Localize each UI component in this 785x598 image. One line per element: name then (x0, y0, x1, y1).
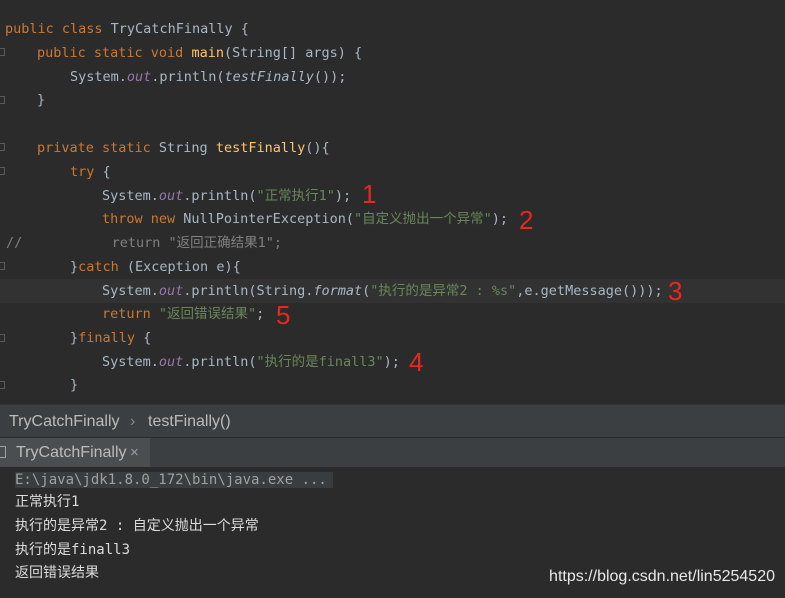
fold-marker-icon[interactable] (0, 262, 5, 270)
annotation-4: 4 (409, 347, 424, 377)
breadcrumb-separator: › (130, 413, 136, 430)
code-line-6[interactable]: private static String testFinally(){ (37, 136, 785, 160)
console-command-line: E:\java\jdk1.8.0_172\bin\java.exe ... (15, 469, 333, 491)
annotation-1: 1 (362, 179, 377, 209)
run-tab-label: TryCatchFinally (16, 444, 127, 461)
fold-gutter (0, 0, 6, 404)
breadcrumb-class[interactable]: TryCatchFinally (9, 405, 120, 438)
run-tab-trycatchfinally[interactable]: TryCatchFinally × (0, 438, 150, 467)
code-line-10-comment[interactable]: // return "返回正确结果1"; (6, 231, 785, 255)
run-tab-bar: TryCatchFinally × (0, 437, 785, 467)
console-output-line: 正常执行1 (15, 494, 80, 510)
code-line-8[interactable]: System.out.println("正常执行1"); (102, 184, 785, 208)
breadcrumb: TryCatchFinally › testFinally() (0, 404, 785, 437)
code-line-4[interactable]: } (37, 88, 785, 112)
console-output-line: 返回错误结果 (15, 565, 99, 581)
code-line-1[interactable]: public class TryCatchFinally { (5, 17, 785, 41)
watermark-url: https://blog.csdn.net/lin5254520 (549, 568, 775, 585)
code-editor[interactable]: public class TryCatchFinally { public st… (0, 0, 785, 404)
code-line-3[interactable]: System.out.println(testFinally()); (70, 65, 785, 89)
annotation-3: 3 (668, 276, 683, 306)
fold-marker-icon[interactable] (0, 96, 5, 104)
fold-marker-icon[interactable] (0, 334, 5, 342)
code-line-14[interactable]: }finally { (70, 326, 785, 350)
annotation-5: 5 (276, 300, 291, 330)
fold-marker-icon[interactable] (0, 381, 5, 389)
code-line-15[interactable]: System.out.println("执行的是finall3"); (102, 350, 785, 374)
code-line-2[interactable]: public static void main(String[] args) { (37, 41, 785, 65)
fold-marker-icon[interactable] (0, 167, 5, 175)
code-line-13[interactable]: return "返回错误结果"; (102, 302, 785, 326)
console-output-line: 执行的是finall3 (15, 542, 131, 558)
console-icon (0, 446, 6, 458)
code-line-7[interactable]: try { (70, 160, 785, 184)
annotation-2: 2 (519, 205, 534, 235)
breadcrumb-method[interactable]: testFinally() (148, 405, 231, 438)
console-output-line: 执行的是异常2 : 自定义抛出一个异常 (15, 518, 259, 534)
code-line-9[interactable]: throw new NullPointerException("自定义抛出一个异… (102, 207, 785, 231)
close-icon[interactable]: × (130, 438, 139, 467)
fold-marker-icon[interactable] (0, 48, 5, 56)
fold-marker-icon[interactable] (0, 143, 5, 151)
code-line-16[interactable]: } (70, 373, 785, 397)
